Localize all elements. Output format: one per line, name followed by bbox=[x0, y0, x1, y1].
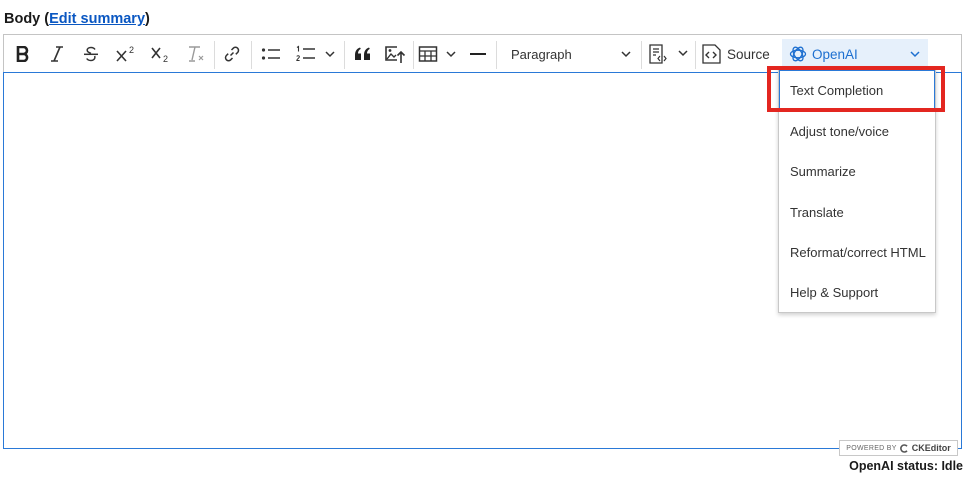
bold-button[interactable] bbox=[12, 41, 34, 67]
menu-item-label: Translate bbox=[790, 204, 844, 220]
bulleted-list-button[interactable] bbox=[258, 41, 284, 67]
toolbar-separator bbox=[251, 41, 252, 69]
heading-dropdown[interactable]: Paragraph bbox=[501, 41, 637, 67]
menu-item-adjust-tone[interactable]: Adjust tone/voice bbox=[779, 111, 935, 151]
insert-image-icon bbox=[385, 46, 406, 63]
numbered-list-button[interactable] bbox=[294, 41, 338, 67]
code-block-button[interactable] bbox=[646, 41, 690, 67]
field-label-text: Body ( bbox=[4, 11, 50, 27]
horizontal-line-button[interactable] bbox=[466, 41, 490, 67]
chevron-down-icon bbox=[621, 50, 631, 57]
italic-button[interactable] bbox=[46, 41, 68, 67]
edit-summary-link[interactable]: Edit summary bbox=[49, 11, 145, 27]
toolbar-separator bbox=[214, 41, 215, 69]
blockquote-button[interactable] bbox=[350, 41, 376, 67]
code-block-icon bbox=[649, 44, 688, 64]
menu-item-label: Summarize bbox=[790, 163, 856, 179]
insert-table-button[interactable] bbox=[418, 41, 458, 67]
link-icon bbox=[224, 46, 240, 62]
toolbar-separator bbox=[344, 41, 345, 69]
menu-item-translate[interactable]: Translate bbox=[779, 192, 935, 232]
blockquote-icon bbox=[355, 47, 370, 60]
superscript-icon: 2 bbox=[116, 45, 134, 62]
openai-status: OpenAI status: Idle bbox=[849, 459, 963, 473]
toolbar-separator bbox=[496, 41, 497, 69]
menu-item-label: Text Completion bbox=[790, 82, 884, 98]
link-button[interactable] bbox=[220, 41, 244, 67]
numbered-list-icon bbox=[296, 45, 335, 61]
menu-item-text-completion[interactable]: Text Completion bbox=[779, 70, 935, 110]
source-icon bbox=[702, 44, 721, 64]
toolbar-separator bbox=[413, 41, 414, 69]
subscript-sample: 2 bbox=[163, 54, 168, 63]
openai-logo-icon bbox=[789, 46, 807, 62]
strikethrough-button[interactable] bbox=[80, 41, 102, 67]
source-button[interactable]: Source bbox=[701, 41, 770, 67]
toolbar-separator bbox=[695, 41, 696, 69]
openai-dropdown-button[interactable]: OpenAI bbox=[782, 39, 928, 69]
menu-item-label: Help & Support bbox=[790, 284, 879, 300]
superscript-sample: 2 bbox=[129, 45, 134, 55]
openai-menu: Text Completion Adjust tone/voice Summar… bbox=[778, 67, 936, 313]
bold-icon bbox=[16, 46, 29, 62]
menu-item-help-support[interactable]: Help & Support bbox=[779, 272, 935, 312]
superscript-button[interactable]: 2 bbox=[114, 41, 138, 67]
menu-item-reformat-html[interactable]: Reformat/correct HTML bbox=[779, 232, 935, 272]
powered-by-text: POWERED BY bbox=[846, 444, 897, 452]
heading-dropdown-label: Paragraph bbox=[511, 46, 572, 62]
toolbar-separator bbox=[641, 41, 642, 69]
ckeditor-logo-icon bbox=[899, 443, 908, 453]
italic-icon bbox=[51, 46, 63, 62]
menu-item-label: Adjust tone/voice bbox=[790, 123, 890, 139]
bulleted-list-icon bbox=[261, 48, 280, 60]
field-label-suffix: ) bbox=[145, 11, 150, 27]
strikethrough-icon bbox=[84, 46, 98, 62]
subscript-icon: 2 bbox=[151, 47, 168, 63]
menu-item-summarize[interactable]: Summarize bbox=[779, 151, 935, 191]
powered-by-ckeditor-badge[interactable]: POWERED BY CKEditor bbox=[839, 440, 958, 456]
ckeditor-brand-text: CKEditor bbox=[911, 443, 951, 453]
remove-format-button[interactable] bbox=[184, 41, 208, 67]
insert-image-button[interactable] bbox=[382, 41, 408, 67]
openai-label: OpenAI bbox=[812, 46, 858, 62]
horizontal-line-icon bbox=[470, 53, 486, 55]
subscript-button[interactable]: 2 bbox=[149, 41, 173, 67]
table-icon bbox=[418, 46, 456, 62]
menu-item-label: Reformat/correct HTML bbox=[790, 244, 926, 260]
remove-format-icon bbox=[189, 46, 204, 62]
field-label: Body (Edit summary) bbox=[4, 11, 150, 27]
chevron-down-icon bbox=[910, 50, 920, 57]
source-label: Source bbox=[727, 46, 770, 62]
